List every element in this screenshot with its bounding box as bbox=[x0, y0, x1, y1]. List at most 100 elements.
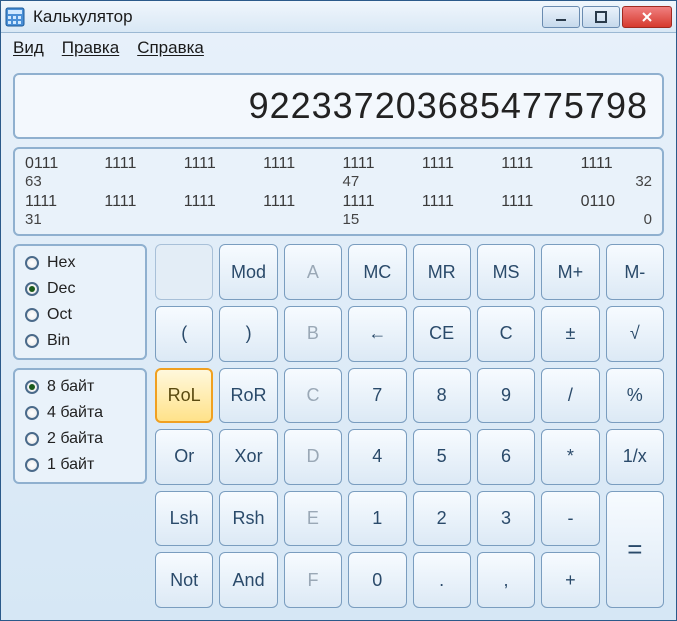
key-f[interactable]: F bbox=[284, 552, 342, 608]
bit-index: 47 bbox=[343, 173, 414, 190]
bit-group: 1111 bbox=[501, 155, 572, 173]
word-label: 8 байт bbox=[47, 378, 94, 396]
key-ms[interactable]: MS bbox=[477, 244, 535, 300]
key-percent[interactable]: % bbox=[606, 368, 664, 424]
key-plus[interactable]: + bbox=[541, 552, 599, 608]
bit-group: 1111 bbox=[184, 155, 255, 173]
key-blank bbox=[155, 244, 213, 300]
bit-group: 1111 bbox=[104, 155, 175, 173]
key-7[interactable]: 7 bbox=[348, 368, 406, 424]
key-or[interactable]: Or bbox=[155, 429, 213, 485]
radix-panel: Hex Dec Oct Bin bbox=[13, 244, 147, 360]
key-mc[interactable]: MC bbox=[348, 244, 406, 300]
word-1byte[interactable]: 1 байт bbox=[25, 456, 135, 474]
key-divide[interactable]: / bbox=[541, 368, 599, 424]
key-rol[interactable]: RoL bbox=[155, 368, 213, 424]
display-value: 9223372036854775798 bbox=[29, 85, 648, 127]
key-b[interactable]: B bbox=[284, 306, 342, 362]
bit-index: 63 bbox=[25, 173, 96, 190]
word-2byte[interactable]: 2 байта bbox=[25, 430, 135, 448]
bit-group: 1111 bbox=[422, 193, 493, 211]
key-equals[interactable]: = bbox=[606, 491, 664, 608]
key-dot[interactable]: . bbox=[413, 552, 471, 608]
bit-group: 1111 bbox=[581, 155, 652, 173]
radio-icon bbox=[25, 256, 39, 270]
bit-index: 32 bbox=[581, 173, 652, 190]
key-sqrt[interactable]: √ bbox=[606, 306, 664, 362]
key-3[interactable]: 3 bbox=[477, 491, 535, 547]
bit-group: 1111 bbox=[422, 155, 493, 173]
key-rsh[interactable]: Rsh bbox=[219, 491, 277, 547]
key-comma[interactable]: , bbox=[477, 552, 535, 608]
word-4byte[interactable]: 4 байта bbox=[25, 404, 135, 422]
key-8[interactable]: 8 bbox=[413, 368, 471, 424]
key-mplus[interactable]: M+ bbox=[541, 244, 599, 300]
key-a[interactable]: A bbox=[284, 244, 342, 300]
key-1[interactable]: 1 bbox=[348, 491, 406, 547]
bit-group: 1111 bbox=[25, 193, 96, 211]
key-mod[interactable]: Mod bbox=[219, 244, 277, 300]
key-multiply[interactable]: * bbox=[541, 429, 599, 485]
radix-label: Oct bbox=[47, 306, 72, 324]
key-and[interactable]: And bbox=[219, 552, 277, 608]
maximize-button[interactable] bbox=[582, 6, 620, 28]
key-6[interactable]: 6 bbox=[477, 429, 535, 485]
key-2[interactable]: 2 bbox=[413, 491, 471, 547]
radix-dec[interactable]: Dec bbox=[25, 280, 135, 298]
bit-group: 1111 bbox=[263, 155, 334, 173]
radix-label: Bin bbox=[47, 332, 70, 350]
bit-group: 1111 bbox=[263, 193, 334, 211]
radio-icon bbox=[25, 282, 39, 296]
menu-edit[interactable]: Правка bbox=[62, 38, 119, 58]
bit-index: 0 bbox=[581, 211, 652, 228]
key-d[interactable]: D bbox=[284, 429, 342, 485]
bit-group: 1111 bbox=[184, 193, 255, 211]
key-e[interactable]: E bbox=[284, 491, 342, 547]
calculator-window: Калькулятор Вид Правка Справка 922337203… bbox=[0, 0, 677, 621]
menu-view[interactable]: Вид bbox=[13, 38, 44, 58]
radio-icon bbox=[25, 334, 39, 348]
bit-group: 1111 bbox=[343, 155, 414, 173]
key-clear[interactable]: C bbox=[477, 306, 535, 362]
bit-index-low: 31 15 0 bbox=[25, 211, 652, 228]
radix-oct[interactable]: Oct bbox=[25, 306, 135, 324]
key-lsh[interactable]: Lsh bbox=[155, 491, 213, 547]
key-ce[interactable]: CE bbox=[413, 306, 471, 362]
word-label: 4 байта bbox=[47, 404, 103, 422]
key-mminus[interactable]: M- bbox=[606, 244, 664, 300]
bit-index-high: 63 47 32 bbox=[25, 173, 652, 190]
word-label: 2 байта bbox=[47, 430, 103, 448]
key-not[interactable]: Not bbox=[155, 552, 213, 608]
key-minus[interactable]: - bbox=[541, 491, 599, 547]
key-c-hex[interactable]: C bbox=[284, 368, 342, 424]
left-column: Hex Dec Oct Bin 8 байт 4 байта 2 байта 1… bbox=[13, 244, 147, 608]
key-reciprocal[interactable]: 1/x bbox=[606, 429, 664, 485]
key-4[interactable]: 4 bbox=[348, 429, 406, 485]
menu-help[interactable]: Справка bbox=[137, 38, 204, 58]
radio-icon bbox=[25, 380, 39, 394]
key-0[interactable]: 0 bbox=[348, 552, 406, 608]
radix-hex[interactable]: Hex bbox=[25, 254, 135, 272]
key-lparen[interactable]: ( bbox=[155, 306, 213, 362]
bits-panel: 0111 1111 1111 1111 1111 1111 1111 1111 … bbox=[13, 147, 664, 236]
key-rparen[interactable]: ) bbox=[219, 306, 277, 362]
key-xor[interactable]: Xor bbox=[219, 429, 277, 485]
maximize-icon bbox=[595, 11, 607, 23]
word-8byte[interactable]: 8 байт bbox=[25, 378, 135, 396]
radio-icon bbox=[25, 432, 39, 446]
radio-icon bbox=[25, 458, 39, 472]
key-9[interactable]: 9 bbox=[477, 368, 535, 424]
key-ror[interactable]: RoR bbox=[219, 368, 277, 424]
key-mr[interactable]: MR bbox=[413, 244, 471, 300]
close-button[interactable] bbox=[622, 6, 672, 28]
keypad: Mod A MC MR MS M+ M- ( ) B ← CE C ± √ Ro… bbox=[155, 244, 664, 608]
radio-icon bbox=[25, 406, 39, 420]
minimize-button[interactable] bbox=[542, 6, 580, 28]
client-area: 9223372036854775798 0111 1111 1111 1111 … bbox=[1, 63, 676, 620]
radix-bin[interactable]: Bin bbox=[25, 332, 135, 350]
bit-index: 31 bbox=[25, 211, 96, 228]
calculator-icon bbox=[5, 7, 25, 27]
key-backspace[interactable]: ← bbox=[348, 306, 406, 362]
key-negate[interactable]: ± bbox=[541, 306, 599, 362]
key-5[interactable]: 5 bbox=[413, 429, 471, 485]
